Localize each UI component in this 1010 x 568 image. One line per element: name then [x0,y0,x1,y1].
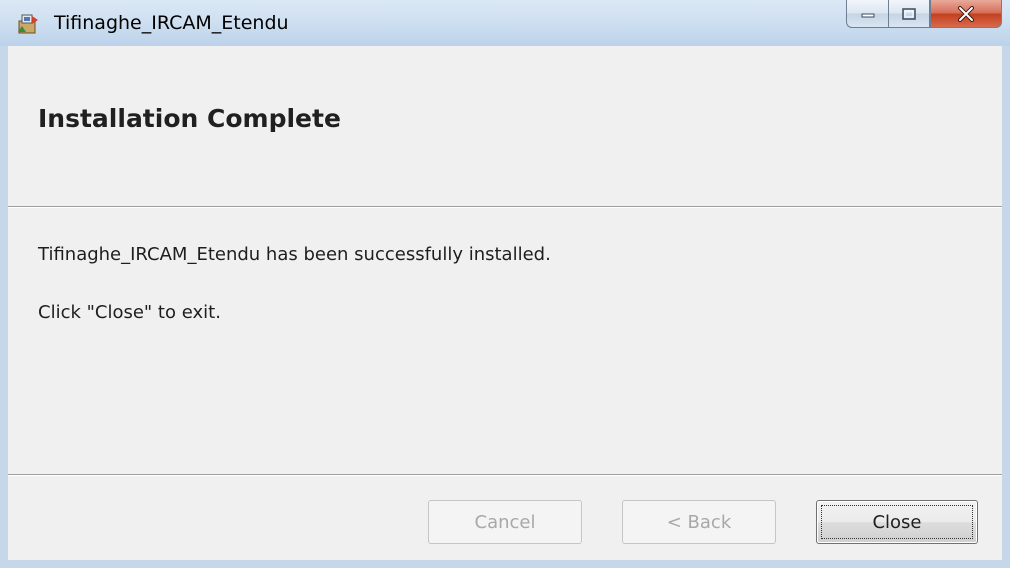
maximize-icon [902,7,916,20]
instruction-message: Click "Close" to exit. [38,302,221,323]
page-title: Installation Complete [38,104,341,133]
back-button-label: < Back [666,511,732,533]
success-message: Tifinaghe_IRCAM_Etendu has been successf… [38,244,551,265]
cancel-button-label: Cancel [474,511,536,533]
minimize-icon [861,13,874,17]
installer-window: Tifinaghe_IRCAM_Etendu Installation Comp… [0,0,1010,568]
close-window-button[interactable] [930,0,1002,28]
footer-divider [8,474,1002,476]
close-icon [958,5,974,22]
dialog-client-area: Installation Complete Tifinaghe_IRCAM_Et… [8,46,1002,560]
back-button[interactable]: < Back [622,500,776,544]
title-bar[interactable]: Tifinaghe_IRCAM_Etendu [0,0,1010,46]
cancel-button[interactable]: Cancel [428,500,582,544]
installer-package-icon [18,14,38,34]
window-title: Tifinaghe_IRCAM_Etendu [54,12,289,34]
close-button-label: Close [872,511,922,533]
minimize-button[interactable] [846,0,888,28]
caption-buttons [846,0,1002,30]
header-divider [8,206,1002,208]
close-button[interactable]: Close [816,500,978,544]
maximize-button[interactable] [888,0,930,28]
header-panel: Installation Complete [8,46,1002,208]
